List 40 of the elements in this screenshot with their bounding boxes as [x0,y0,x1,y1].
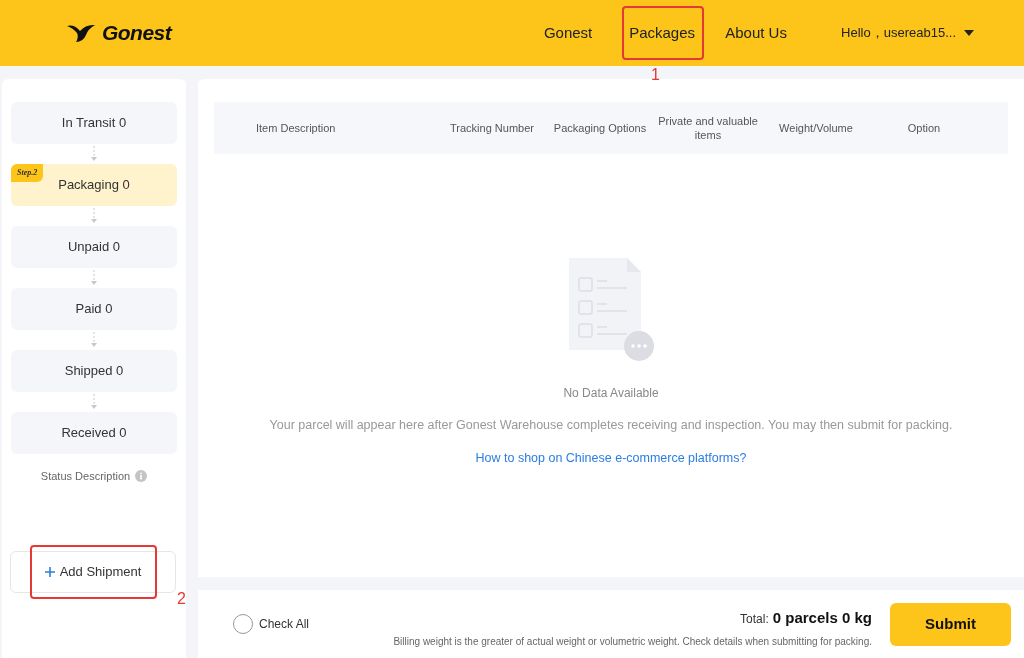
column-header: Weight/Volume [779,122,853,134]
check-all-label: Check All [259,616,310,633]
info-icon [135,470,148,483]
column-header: Option [907,122,941,134]
annotation-number: 2 [177,590,186,607]
column-header: Tracking Number [450,122,534,134]
total-value: 0 parcels 0 kg [772,608,872,629]
user-menu[interactable]: Hello，usereab15... [841,23,974,43]
dotted-arrow-icon [90,146,98,162]
billing-note: Billing weight is the greater of actual weight or volumetric weight. Check details when submitting for packing. [393,634,872,649]
column-header: Item Description [256,121,336,134]
nav-link[interactable]: About Us [721,13,791,53]
add-shipment-button[interactable]: Add Shipment [10,550,176,593]
status-description-link[interactable]: Status Description [40,468,131,485]
nav-link[interactable]: Packages [625,13,700,53]
check-all-radio[interactable] [233,614,253,634]
dotted-arrow-icon [90,394,98,410]
dotted-arrow-icon [90,208,98,224]
column-header: Packaging Options [553,122,647,134]
empty-title: No Data Available [563,385,659,402]
status-step[interactable]: Shipped 0 [11,350,177,392]
caret-icon [964,30,974,36]
column-header: Private and valuable items [658,115,758,141]
logo-text: Gonest [102,20,172,47]
annotation-number: 1 [651,66,660,83]
help-link[interactable]: How to shop on Chinese e-commerce platforms? [475,448,747,468]
step-badge: Step.2 [11,164,44,182]
status-step[interactable]: Paid 0 [11,288,177,330]
status-step[interactable]: Received 0 [11,412,177,454]
plus-icon [44,566,55,577]
status-step[interactable]: Unpaid 0 [11,226,177,268]
total-label: Total: [740,611,769,629]
status-step[interactable]: In Transit 0 [11,102,177,144]
dotted-arrow-icon [90,270,98,286]
nav-link[interactable]: Gonest [539,13,597,53]
bird-logo-icon [66,23,96,43]
submit-button[interactable]: Submit [890,602,1011,646]
dotted-arrow-icon [90,332,98,348]
empty-message: Your parcel will appear here after Gonest Warehouse completes receiving and inspection. You may then submit for packing. [269,417,953,434]
status-step[interactable]: Packaging 0 Step.2 [11,164,177,206]
